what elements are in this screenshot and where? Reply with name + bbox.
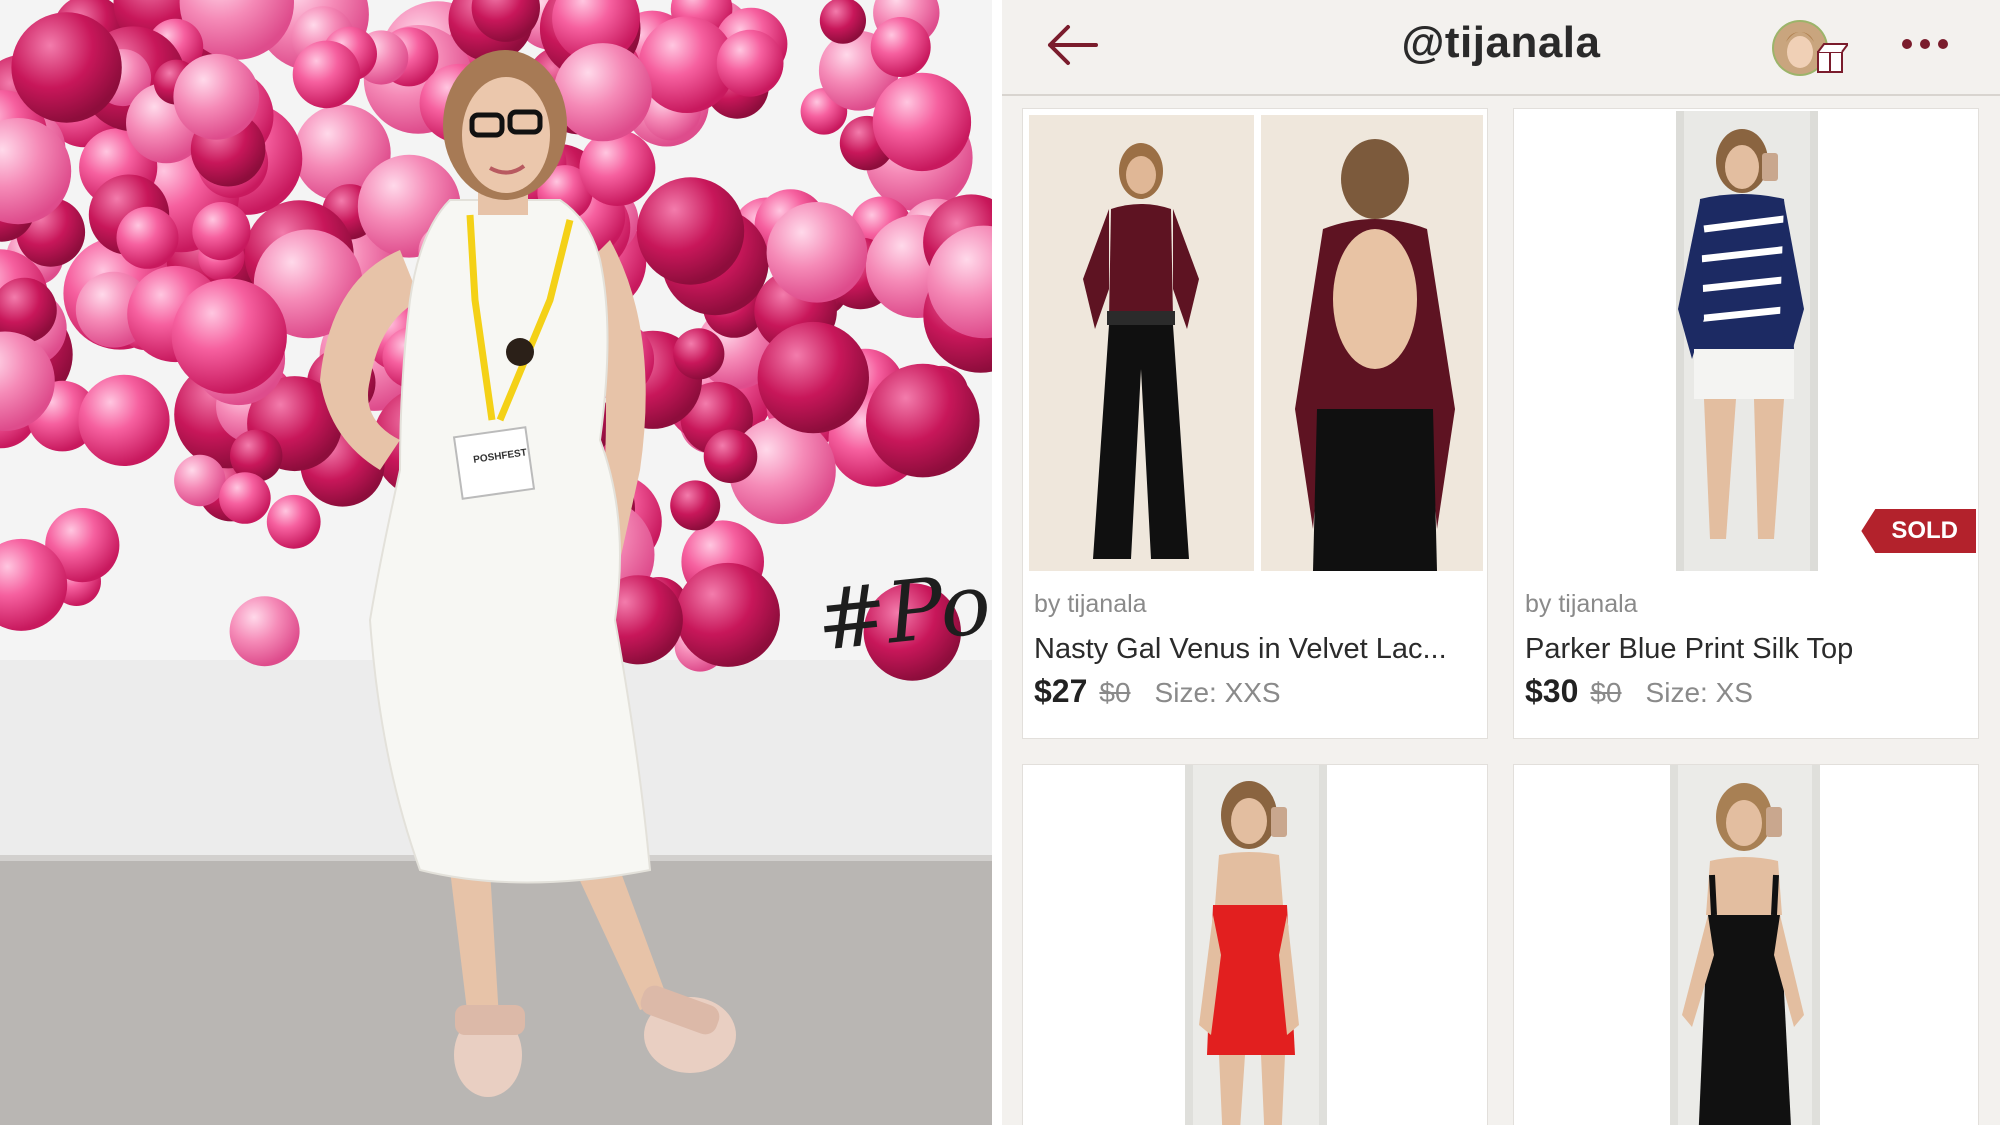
balloon xyxy=(174,454,226,507)
balloon xyxy=(703,429,758,484)
package-icon xyxy=(1817,43,1850,73)
listing-card[interactable] xyxy=(1513,764,1979,1125)
balloon xyxy=(670,480,721,531)
balloon xyxy=(872,72,972,172)
listing-price-line: $30 $0 Size: XS xyxy=(1525,673,1753,710)
balloon xyxy=(553,43,652,142)
listing-size: Size: XS xyxy=(1645,677,1753,708)
listing-image xyxy=(1514,765,1978,1125)
listing-original-price: $0 xyxy=(1590,677,1622,708)
balloon xyxy=(266,494,321,549)
listing-title[interactable]: Parker Blue Print Silk Top xyxy=(1525,633,1853,666)
balloon xyxy=(766,202,868,303)
event-photo: #PoshL POSHFEST xyxy=(0,0,992,1125)
listing-image xyxy=(1514,109,1978,576)
listing-price-line: $27 $0 Size: XXS xyxy=(1034,673,1281,710)
listing-original-price: $0 xyxy=(1099,677,1131,708)
balloon xyxy=(870,17,931,77)
balloon xyxy=(757,321,869,434)
profile-avatar-button[interactable] xyxy=(1766,18,1850,84)
listing-seller[interactable]: by tijanala xyxy=(1034,590,1147,619)
balloon xyxy=(11,12,122,123)
more-options-button[interactable] xyxy=(1897,24,1957,64)
photo-illustration: #PoshL POSHFEST xyxy=(0,0,992,1125)
closet-app-screen: @tijanala by tijanala Nasty Gal Venus in… xyxy=(1002,0,2000,1125)
balloon xyxy=(192,202,251,261)
sold-badge: SOLD xyxy=(1861,509,1976,553)
listing-price: $30 xyxy=(1525,673,1579,709)
balloon xyxy=(866,363,980,478)
more-dots-icon xyxy=(1902,39,1948,49)
app-header: @tijanala xyxy=(1002,0,2000,96)
balloon xyxy=(171,278,287,394)
balloon xyxy=(579,130,656,206)
balloon xyxy=(675,562,780,667)
page-title: @tijanala xyxy=(1401,18,1601,67)
balloon xyxy=(78,374,170,466)
balloon xyxy=(636,177,745,285)
listing-title[interactable]: Nasty Gal Venus in Velvet Lac... xyxy=(1034,633,1447,666)
listing-image xyxy=(1023,765,1487,1125)
split-divider xyxy=(992,0,1002,1125)
balloon xyxy=(219,472,271,524)
listing-size: Size: XXS xyxy=(1154,677,1281,708)
balloon xyxy=(229,596,300,667)
listing-seller[interactable]: by tijanala xyxy=(1525,590,1638,619)
balloon xyxy=(673,328,725,380)
balloon xyxy=(173,53,260,140)
balloon xyxy=(116,206,179,269)
balloon xyxy=(292,40,361,109)
listing-card[interactable]: SOLD by tijanala Parker Blue Print Silk … xyxy=(1513,108,1979,739)
avatar xyxy=(1772,20,1850,76)
listing-card[interactable]: by tijanala Nasty Gal Venus in Velvet La… xyxy=(1022,108,1488,739)
listing-card[interactable] xyxy=(1022,764,1488,1125)
listing-price: $27 xyxy=(1034,673,1088,709)
listing-image xyxy=(1023,109,1487,576)
balloon xyxy=(716,29,784,97)
